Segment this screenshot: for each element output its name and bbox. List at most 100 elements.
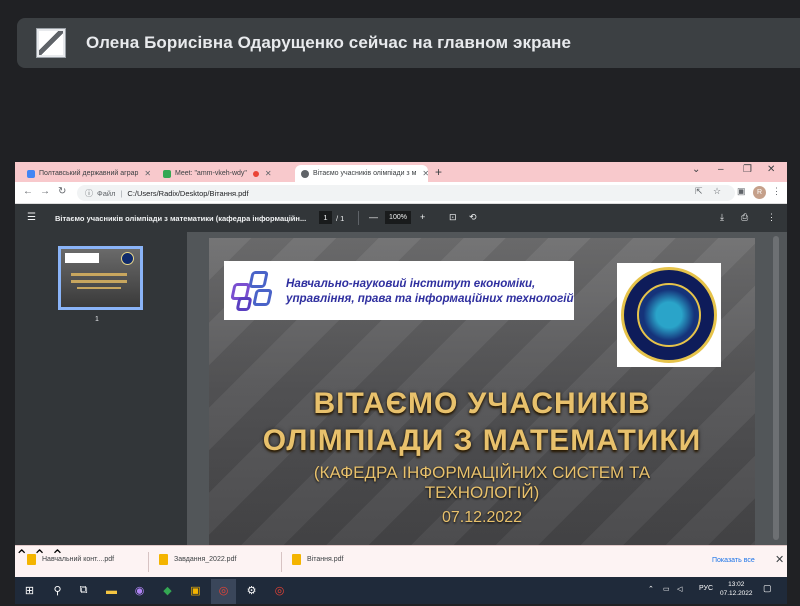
meet-favicon-icon bbox=[163, 169, 171, 178]
institute-name-line1: Навчально-науковий інститут економіки, bbox=[286, 276, 536, 290]
download-item[interactable]: Навчальний конт....pdf bbox=[27, 554, 114, 565]
profile-avatar[interactable]: R bbox=[753, 186, 766, 199]
presenter-banner-text: Олена Борисівна Одарущенко сейчас на гла… bbox=[86, 33, 572, 52]
windows-start-icon[interactable]: ⊞ bbox=[21, 582, 38, 599]
language-indicator[interactable]: РУС bbox=[699, 585, 713, 592]
recording-dot-icon bbox=[252, 170, 259, 177]
download-icon[interactable]: ⤓ bbox=[720, 212, 724, 223]
download-filename: Завдання_2022.pdf bbox=[174, 556, 237, 563]
url-divider: | bbox=[120, 188, 123, 198]
notifications-icon[interactable]: ▢ bbox=[763, 583, 772, 594]
presenter-banner: Олена Борисівна Одарущенко сейчас на гла… bbox=[17, 18, 800, 68]
downloads-bar: Навчальний конт....pdf ⌃ Завдання_2022.p… bbox=[15, 545, 787, 577]
globe-icon bbox=[301, 169, 309, 178]
slide-date: 07.12.2022 bbox=[441, 509, 523, 526]
share-icon[interactable]: ⇱ bbox=[695, 186, 703, 197]
rotate-icon[interactable]: ⟲ bbox=[469, 212, 477, 223]
url-scheme: Файл bbox=[97, 188, 116, 198]
forward-icon[interactable]: → bbox=[40, 186, 50, 197]
divider bbox=[281, 552, 282, 572]
slide-title-line2: ОЛІМПІАДИ З МАТЕМАТИКИ bbox=[262, 424, 702, 457]
clock-time: 13:02 bbox=[728, 581, 745, 588]
institute-name: Навчально-науковий інститут економіки, у… bbox=[286, 276, 574, 306]
download-filename: Вітання.pdf bbox=[307, 556, 344, 563]
download-item[interactable]: Вітання.pdf bbox=[292, 554, 343, 565]
zoom-out-button[interactable]: — bbox=[369, 212, 378, 222]
site-favicon-icon bbox=[27, 169, 35, 178]
taskbar-clock[interactable]: 13:02 07.12.2022 bbox=[720, 580, 753, 598]
tab-label: Вітаємо учасників олімпіади з м bbox=[313, 170, 417, 177]
institute-name-line2: управління, права та інформаційних техно… bbox=[286, 291, 574, 305]
file-explorer-icon[interactable]: ▬ bbox=[103, 582, 120, 599]
maximize-button[interactable]: ❐ bbox=[743, 164, 752, 175]
department-seal-icon bbox=[617, 263, 721, 367]
more-actions-icon[interactable]: ⋮ bbox=[767, 212, 776, 223]
shared-screen: Полтавський державний аграр ✕ Meet: "amm… bbox=[15, 162, 787, 604]
close-icon[interactable]: ✕ bbox=[144, 169, 151, 178]
meet-presentation-view: Олена Борисівна Одарущенко сейчас на гла… bbox=[0, 0, 800, 606]
thumbnail-page-number: 1 bbox=[95, 316, 99, 323]
pdf-file-icon bbox=[27, 554, 36, 565]
tab-search-icon[interactable]: ⌄ bbox=[692, 164, 700, 175]
vertical-scrollbar[interactable] bbox=[773, 236, 779, 540]
task-view-icon[interactable]: ⧉ bbox=[75, 582, 92, 599]
zoom-level-input[interactable]: 100% bbox=[385, 211, 411, 224]
new-tab-button[interactable]: + bbox=[435, 165, 442, 179]
pdf-file-icon bbox=[159, 554, 168, 565]
zoom-in-button[interactable]: + bbox=[420, 212, 425, 222]
browser-tab-strip: Полтавський державний аграр ✕ Meet: "amm… bbox=[15, 162, 787, 182]
close-icon[interactable]: ✕ bbox=[422, 169, 429, 178]
toolbar-divider bbox=[358, 211, 359, 225]
institute-logo-icon bbox=[228, 269, 276, 313]
slide-title-line1: ВІТАЄМО УЧАСНИКІВ bbox=[313, 387, 651, 420]
search-icon[interactable]: ⚲ bbox=[49, 582, 66, 599]
info-icon[interactable]: ⓘ bbox=[85, 188, 93, 199]
chrome-icon[interactable]: ◎ bbox=[271, 582, 288, 599]
reload-icon[interactable]: ↻ bbox=[58, 186, 66, 197]
windows-taskbar: ⊞ ⚲ ⧉ ▬ ◉ ◆ ▣ ◎ ⚙ ◎ ⌃ ▭ ◁ РУС 13:02 07.1… bbox=[15, 577, 787, 604]
address-bar[interactable]: ⓘ Файл | C:/Users/Radix/Desktop/Вітання.… bbox=[77, 185, 735, 201]
close-icon[interactable]: ✕ bbox=[265, 169, 272, 178]
tab-label: Полтавський державний аграр bbox=[39, 170, 139, 177]
slide-subtitle-line2: ТЕХНОЛОГІЙ) bbox=[424, 483, 540, 502]
slide-subtitle-line1: (КАФЕДРА ІНФОРМАЦІЙНИХ СИСТЕМ ТА bbox=[313, 463, 651, 482]
tray-chevron-icon[interactable]: ⌃ bbox=[648, 585, 654, 593]
tab-meet[interactable]: Meet: "amm-vkeh-wdy" ✕ bbox=[157, 165, 293, 182]
hamburger-menu-icon[interactable]: ☰ bbox=[27, 212, 36, 223]
chrome-icon[interactable]: ◎ bbox=[215, 582, 232, 599]
page-total: / 1 bbox=[336, 214, 345, 223]
slide-subtitle: (КАФЕДРА ІНФОРМАЦІЙНИХ СИСТЕМ ТА ТЕХНОЛО… bbox=[209, 463, 755, 503]
clock-date: 07.12.2022 bbox=[720, 590, 753, 597]
address-toolbar: ← → ↻ ⓘ Файл | C:/Users/Radix/Desktop/Ві… bbox=[15, 182, 787, 204]
pdf-toolbar: ☰ Вітаємо учасників олімпіади з математи… bbox=[15, 204, 787, 232]
page-thumbnail[interactable] bbox=[58, 246, 143, 310]
meet-app-icon[interactable]: ◆ bbox=[159, 582, 176, 599]
more-menu-icon[interactable]: ⋮ bbox=[772, 186, 781, 197]
print-icon[interactable]: ⎙ bbox=[741, 212, 748, 223]
close-window-button[interactable]: ✕ bbox=[767, 164, 775, 175]
pdf-title: Вітаємо учасників олімпіади з математики… bbox=[55, 214, 307, 223]
close-icon[interactable]: ✕ bbox=[775, 553, 784, 566]
presenter-avatar bbox=[36, 28, 66, 58]
page-number-input[interactable]: 1 bbox=[319, 211, 332, 224]
viber-icon[interactable]: ◉ bbox=[131, 582, 148, 599]
bookmark-star-icon[interactable]: ☆ bbox=[713, 186, 721, 197]
download-item[interactable]: Завдання_2022.pdf bbox=[159, 554, 236, 565]
slide-title: ВІТАЄМО УЧАСНИКІВ ОЛІМПІАДИ З МАТЕМАТИКИ bbox=[209, 385, 755, 459]
settings-gear-icon[interactable]: ⚙ bbox=[243, 582, 260, 599]
network-icon[interactable]: ▭ bbox=[663, 585, 670, 593]
minimize-button[interactable]: – bbox=[718, 164, 724, 175]
institute-logo-banner: Навчально-науковий інститут економіки, у… bbox=[224, 261, 574, 320]
tab-label: Meet: "amm-vkeh-wdy" bbox=[175, 170, 247, 177]
side-panel-icon[interactable]: ▣ bbox=[737, 186, 746, 197]
show-all-downloads-link[interactable]: Показать все bbox=[712, 557, 755, 564]
document-app-icon[interactable]: ▣ bbox=[187, 582, 204, 599]
tab-university[interactable]: Полтавський державний аграр ✕ bbox=[21, 165, 155, 182]
download-filename: Навчальний конт....pdf bbox=[42, 556, 115, 563]
back-icon[interactable]: ← bbox=[23, 186, 33, 197]
fit-page-icon[interactable]: ⊡ bbox=[449, 212, 457, 223]
tab-pdf[interactable]: Вітаємо учасників олімпіади з м ✕ bbox=[295, 165, 429, 182]
speaker-icon[interactable]: ◁ bbox=[677, 585, 682, 593]
pdf-file-icon bbox=[292, 554, 301, 565]
url-path: C:/Users/Radix/Desktop/Вітання.pdf bbox=[127, 188, 249, 198]
